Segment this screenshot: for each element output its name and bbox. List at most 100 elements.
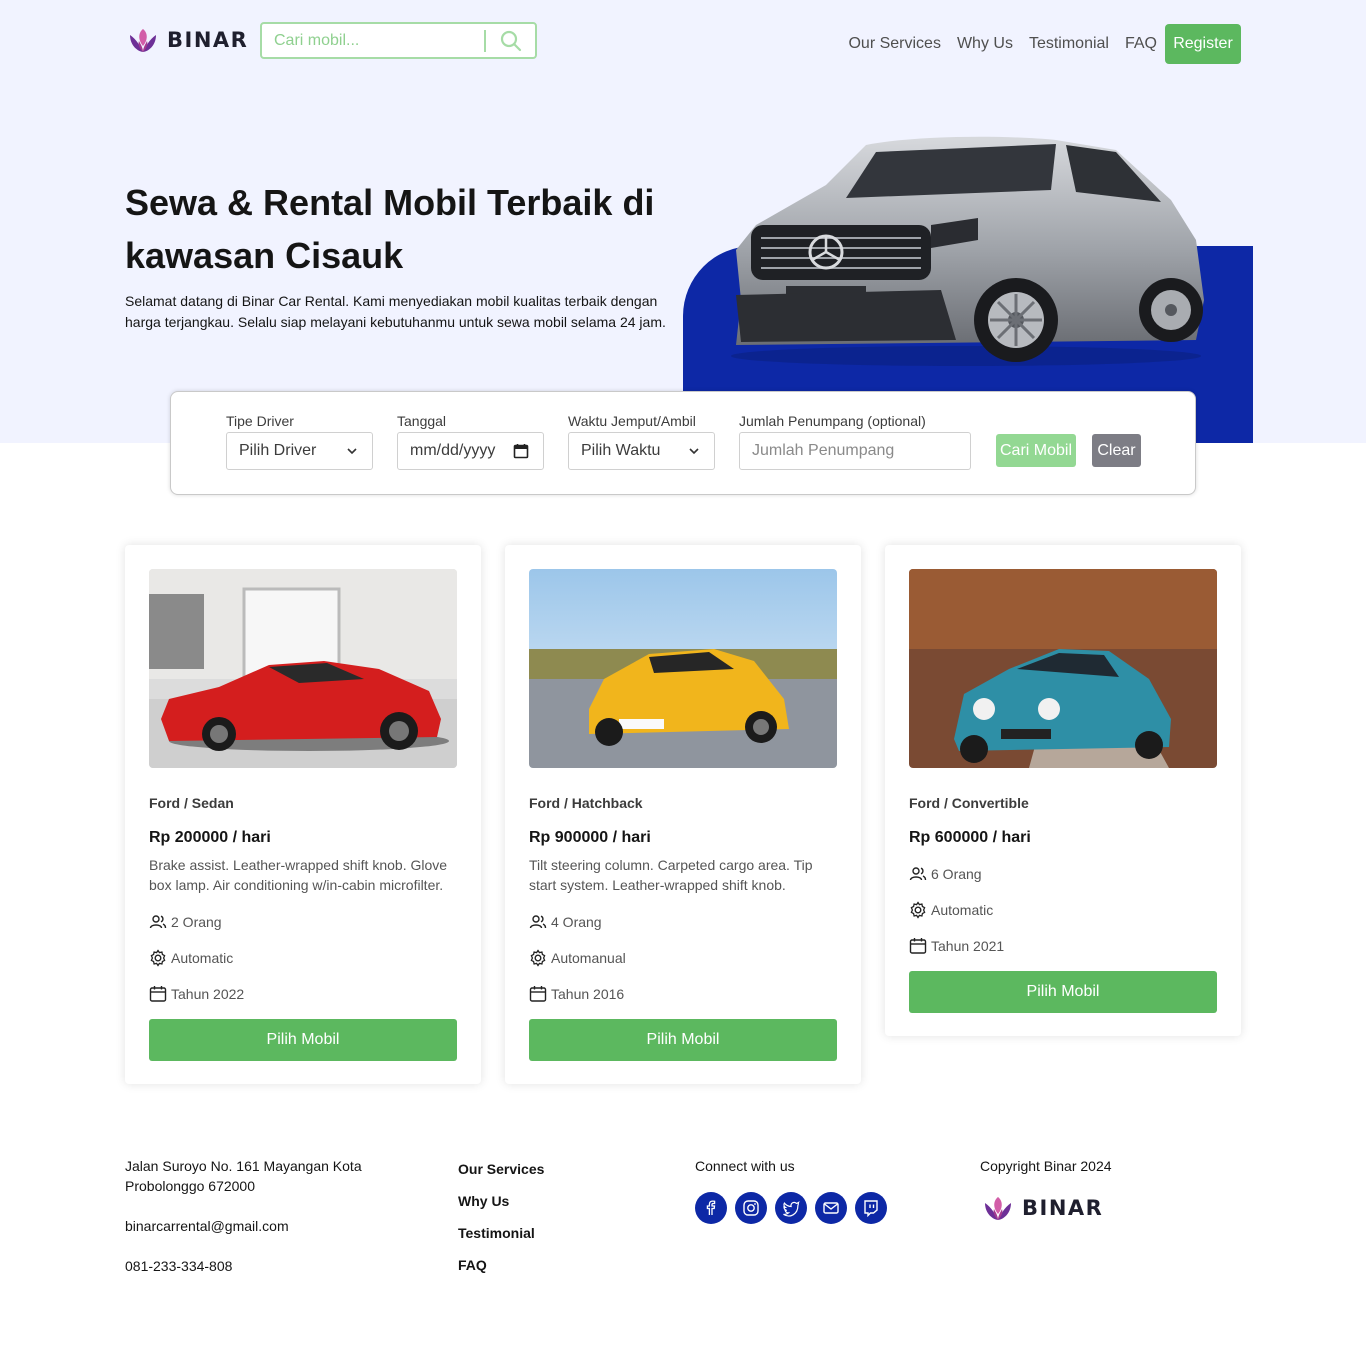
chevron-down-icon	[689, 448, 699, 455]
footer-phone[interactable]: 081-233-334-808	[125, 1256, 232, 1276]
footer-link-faq[interactable]: FAQ	[458, 1257, 487, 1273]
search-input[interactable]	[262, 25, 484, 56]
footer-link-testimonial[interactable]: Testimonial	[458, 1225, 535, 1241]
footer-email[interactable]: binarcarrental@gmail.com	[125, 1216, 289, 1236]
car-year: Tahun 2021	[909, 937, 1004, 955]
date-label: Tanggal	[397, 413, 447, 429]
car-price: Rp 600000 / hari	[909, 829, 1031, 846]
choose-car-button[interactable]: Pilih Mobil	[529, 1019, 837, 1061]
settings-gear-icon	[910, 901, 926, 919]
users-icon	[149, 915, 167, 929]
footer-address: Jalan Suroyo No. 161 Mayangan Kota Probo…	[125, 1158, 362, 1194]
facebook-link[interactable]	[695, 1192, 727, 1224]
calendar-icon	[909, 938, 927, 954]
pickup-time-label: Waktu Jemput/Ambil	[568, 413, 696, 429]
nav-testimonial[interactable]: Testimonial	[1029, 35, 1109, 53]
passenger-placeholder: Jumlah Penumpang	[752, 442, 895, 459]
choose-car-button[interactable]: Pilih Mobil	[149, 1019, 457, 1061]
car-year: Tahun 2022	[149, 985, 244, 1003]
calendar-icon	[149, 986, 167, 1002]
email-link[interactable]	[815, 1192, 847, 1224]
car-price: Rp 200000 / hari	[149, 829, 271, 846]
calendar-icon[interactable]	[513, 443, 529, 459]
nav-why-us[interactable]: Why Us	[957, 35, 1013, 53]
car-price: Rp 900000 / hari	[529, 829, 651, 846]
footer-brand-logo[interactable]: BINAR	[982, 1192, 1103, 1224]
car-capacity: 6 Orang	[909, 865, 982, 883]
nav-our-services[interactable]: Our Services	[848, 35, 940, 53]
driver-type-label: Tipe Driver	[226, 413, 294, 429]
connect-label: Connect with us	[695, 1158, 795, 1174]
capacity-text: 6 Orang	[931, 866, 982, 882]
twitch-link[interactable]	[855, 1192, 887, 1224]
transmission-text: Automatic	[171, 950, 234, 966]
register-button[interactable]: Register	[1165, 24, 1241, 64]
car-name: Ford / Hatchback	[529, 795, 643, 811]
footer-copyright: Copyright Binar 2024	[980, 1158, 1112, 1174]
capacity-text: 2 Orang	[171, 914, 222, 930]
passenger-label: Jumlah Penumpang (optional)	[739, 413, 926, 429]
car-transmission: Automanual	[529, 949, 626, 967]
search-car-button[interactable]: Cari Mobil	[996, 434, 1076, 467]
footer-link-why-us[interactable]: Why Us	[458, 1193, 509, 1209]
passenger-input[interactable]: Jumlah Penumpang	[739, 432, 971, 470]
main-nav: Our Services Why Us Testimonial FAQ Regi…	[832, 24, 1241, 64]
instagram-link[interactable]	[735, 1192, 767, 1224]
brand-logo[interactable]: BINAR	[127, 24, 248, 56]
car-card: Ford / Convertible Rp 600000 / hari 6 Or…	[885, 545, 1241, 1036]
hero-description: Selamat datang di Binar Car Rental. Kami…	[125, 293, 666, 330]
search-bar	[260, 22, 537, 59]
pickup-time-select[interactable]: Pilih Waktu	[568, 432, 715, 470]
driver-type-value: Pilih Driver	[239, 442, 317, 459]
car-image-red-sports	[149, 569, 457, 768]
nav-faq[interactable]: FAQ	[1125, 35, 1157, 53]
brand-name: BINAR	[1022, 1196, 1104, 1220]
users-icon	[529, 915, 547, 929]
settings-gear-icon	[530, 949, 546, 967]
pickup-time-value: Pilih Waktu	[581, 442, 661, 459]
footer-link-our-services[interactable]: Our Services	[458, 1161, 544, 1177]
year-text: Tahun 2016	[551, 986, 625, 1002]
date-value: mm/dd/yyyy	[410, 442, 496, 459]
lotus-logo-icon	[130, 29, 156, 52]
search-icon	[500, 30, 521, 51]
brand-name: BINAR	[167, 28, 249, 52]
hero-title: Sewa & Rental Mobil Terbaik di kawasan C…	[125, 182, 655, 276]
car-card: Ford / Hatchback Rp 900000 / hari Tilt s…	[505, 545, 861, 1084]
chevron-down-icon	[347, 448, 357, 455]
year-text: Tahun 2022	[171, 986, 245, 1002]
hero-car-image	[731, 136, 1204, 366]
date-input[interactable]: mm/dd/yyyy	[397, 432, 544, 470]
car-name: Ford / Sedan	[149, 795, 234, 811]
twitch-icon	[864, 1200, 878, 1217]
car-capacity: 2 Orang	[149, 913, 222, 931]
choose-car-button[interactable]: Pilih Mobil	[909, 971, 1217, 1013]
car-capacity: 4 Orang	[529, 913, 602, 931]
calendar-icon	[529, 986, 547, 1002]
driver-type-select[interactable]: Pilih Driver	[226, 432, 373, 470]
twitter-link[interactable]	[775, 1192, 807, 1224]
search-filter-panel: Tipe Driver Pilih Driver Tanggal mm/dd/y…	[170, 391, 1196, 495]
car-transmission: Automatic	[909, 901, 993, 919]
users-icon	[909, 867, 927, 881]
clear-button[interactable]: Clear	[1092, 434, 1141, 467]
car-name: Ford / Convertible	[909, 795, 1029, 811]
car-description: Brake assist. Leather-wrapped shift knob…	[149, 857, 448, 893]
year-text: Tahun 2021	[931, 938, 1005, 954]
car-image-yellow-sports	[529, 569, 837, 768]
car-card: Ford / Sedan Rp 200000 / hari Brake assi…	[125, 545, 481, 1084]
car-image-blue-classic	[909, 569, 1217, 768]
transmission-text: Automanual	[551, 950, 626, 966]
car-description: Tilt steering column. Carpeted cargo are…	[529, 857, 813, 893]
car-year: Tahun 2016	[529, 985, 624, 1003]
car-transmission: Automatic	[149, 949, 233, 967]
search-button[interactable]	[486, 24, 535, 57]
settings-gear-icon	[150, 949, 166, 967]
twitter-icon	[783, 1200, 800, 1217]
instagram-icon	[743, 1200, 759, 1216]
transmission-text: Automatic	[931, 902, 994, 918]
lotus-logo-icon	[985, 1197, 1011, 1220]
facebook-icon	[706, 1200, 716, 1215]
mail-icon	[823, 1202, 839, 1214]
capacity-text: 4 Orang	[551, 914, 602, 930]
